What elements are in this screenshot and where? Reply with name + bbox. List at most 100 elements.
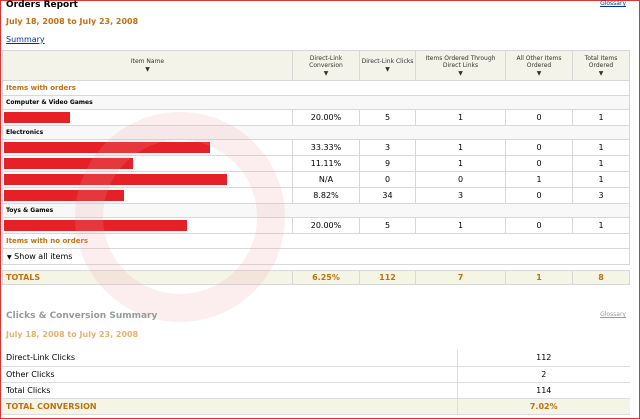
redacted-item-bar (4, 142, 210, 153)
item-name-cell[interactable] (2, 139, 293, 156)
redacted-item-bar (4, 174, 227, 185)
summary-total-value: 7.02% (457, 398, 630, 415)
totals-row: TOTALS 6.25% 112 7 1 8 (2, 270, 630, 285)
summary-glossary-link[interactable]: Glossary (600, 311, 626, 318)
summary-total-row: TOTAL CONVERSION 7.02% (2, 398, 630, 415)
category-label: Computer & Video Games (2, 95, 630, 110)
section-no-orders: Items with no orders (2, 233, 630, 249)
through-cell: 1 (415, 155, 506, 172)
other-cell: 1 (505, 171, 573, 188)
summary-value: 114 (457, 382, 630, 399)
summary-total-label: TOTAL CONVERSION (2, 398, 458, 415)
summary-row: Direct-Link Clicks 112 (2, 350, 630, 367)
clicks-cell: 34 (359, 187, 416, 204)
sort-arrow-icon[interactable]: ▼ (416, 70, 505, 77)
summary-label: Total Clicks (2, 382, 458, 399)
show-all-label[interactable]: Show all items (14, 252, 72, 261)
clicks-cell: 5 (359, 217, 416, 234)
redacted-item-bar (4, 220, 187, 231)
section-no-orders-label: Items with no orders (2, 233, 630, 249)
conversion-cell: 11.11% (292, 155, 360, 172)
category-label: Electronics (2, 125, 630, 140)
other-cell: 0 (505, 187, 573, 204)
clicks-cell: 0 (359, 171, 416, 188)
totals-other: 1 (505, 270, 573, 285)
summary-value: 2 (457, 366, 630, 383)
total-cell: 1 (572, 139, 630, 156)
totals-label: TOTALS (2, 270, 293, 285)
through-cell: 1 (415, 139, 506, 156)
col-ordered-through[interactable]: Items Ordered Through Direct Links ▼ (415, 50, 506, 81)
other-cell: 0 (505, 217, 573, 234)
summary-row: Total Clicks 114 (2, 382, 630, 399)
table-row[interactable]: 33.33% 3 1 0 1 (2, 139, 630, 156)
item-name-cell[interactable] (2, 109, 293, 126)
summary-value: 112 (457, 350, 630, 367)
show-all-toggle[interactable]: ▼ Show all items (2, 248, 630, 265)
category-row: Computer & Video Games (2, 95, 630, 110)
through-cell: 1 (415, 109, 506, 126)
total-cell: 1 (572, 171, 630, 188)
table-row[interactable]: 8.82% 34 3 0 3 (2, 187, 630, 204)
summary-row: Other Clicks 2 (2, 366, 630, 383)
sort-arrow-icon[interactable]: ▼ (506, 70, 572, 77)
glossary-link[interactable]: Glossary (600, 0, 626, 7)
category-row: Toys & Games (2, 203, 630, 218)
sort-arrow-icon[interactable]: ▼ (360, 66, 415, 73)
sort-arrow-icon[interactable]: ▼ (3, 66, 292, 73)
col-clicks[interactable]: Direct-Link Clicks ▼ (359, 50, 416, 81)
totals-through: 7 (415, 270, 506, 285)
col-conversion[interactable]: Direct-Link Conversion ▼ (292, 50, 360, 81)
totals-total: 8 (572, 270, 630, 285)
summary-table: Direct-Link Clicks 112 Other Clicks 2 Total … (2, 350, 630, 415)
total-cell: 1 (572, 155, 630, 172)
conversion-cell: 20.00% (292, 217, 360, 234)
total-cell: 3 (572, 187, 630, 204)
summary-date-range: July 18, 2008 to July 23, 2008 (6, 330, 139, 339)
clicks-cell: 3 (359, 139, 416, 156)
totals-conversion: 6.25% (292, 270, 360, 285)
table-row[interactable]: 20.00% 5 1 0 1 (2, 109, 630, 126)
table-header: Item Name ▼ Direct-Link Conversion ▼ Direc… (2, 50, 630, 81)
date-range: July 18, 2008 to July 23, 2008 (6, 17, 139, 26)
item-name-cell[interactable] (2, 171, 293, 188)
summary-link[interactable]: Summary (6, 35, 45, 44)
totals-clicks: 112 (359, 270, 416, 285)
total-cell: 1 (572, 109, 630, 126)
sort-arrow-icon[interactable]: ▼ (573, 70, 629, 77)
total-cell: 1 (572, 217, 630, 234)
table-row[interactable]: 20.00% 5 1 0 1 (2, 217, 630, 234)
sort-arrow-icon[interactable]: ▼ (293, 70, 359, 77)
conversion-cell: 20.00% (292, 109, 360, 126)
show-all-row: ▼ Show all items (2, 248, 630, 265)
other-cell: 0 (505, 155, 573, 172)
redacted-item-bar (4, 158, 133, 169)
redacted-item-bar (4, 112, 70, 123)
conversion-cell: 33.33% (292, 139, 360, 156)
col-item-name[interactable]: Item Name ▼ (2, 50, 293, 81)
category-row: Electronics (2, 125, 630, 140)
other-cell: 0 (505, 109, 573, 126)
summary-title: Clicks & Conversion Summary (6, 311, 158, 321)
other-cell: 0 (505, 139, 573, 156)
through-cell: 3 (415, 187, 506, 204)
table-row[interactable]: N/A 0 0 1 1 (2, 171, 630, 188)
clicks-cell: 9 (359, 155, 416, 172)
through-cell: 0 (415, 171, 506, 188)
item-name-cell[interactable] (2, 217, 293, 234)
summary-label: Other Clicks (2, 366, 458, 383)
item-name-cell[interactable] (2, 155, 293, 172)
summary-label: Direct-Link Clicks (2, 350, 458, 367)
through-cell: 1 (415, 217, 506, 234)
section-with-orders: Items with orders (2, 80, 630, 96)
redacted-item-bar (4, 190, 124, 201)
table-row[interactable]: 11.11% 9 1 0 1 (2, 155, 630, 172)
col-total-ordered[interactable]: Total Items Ordered ▼ (572, 50, 630, 81)
category-label: Toys & Games (2, 203, 630, 218)
item-name-cell[interactable] (2, 187, 293, 204)
page-title: Orders Report (6, 0, 78, 10)
col-other-ordered[interactable]: All Other Items Ordered ▼ (505, 50, 573, 81)
clicks-cell: 5 (359, 109, 416, 126)
conversion-cell: 8.82% (292, 187, 360, 204)
triangle-down-icon[interactable]: ▼ (7, 254, 12, 261)
